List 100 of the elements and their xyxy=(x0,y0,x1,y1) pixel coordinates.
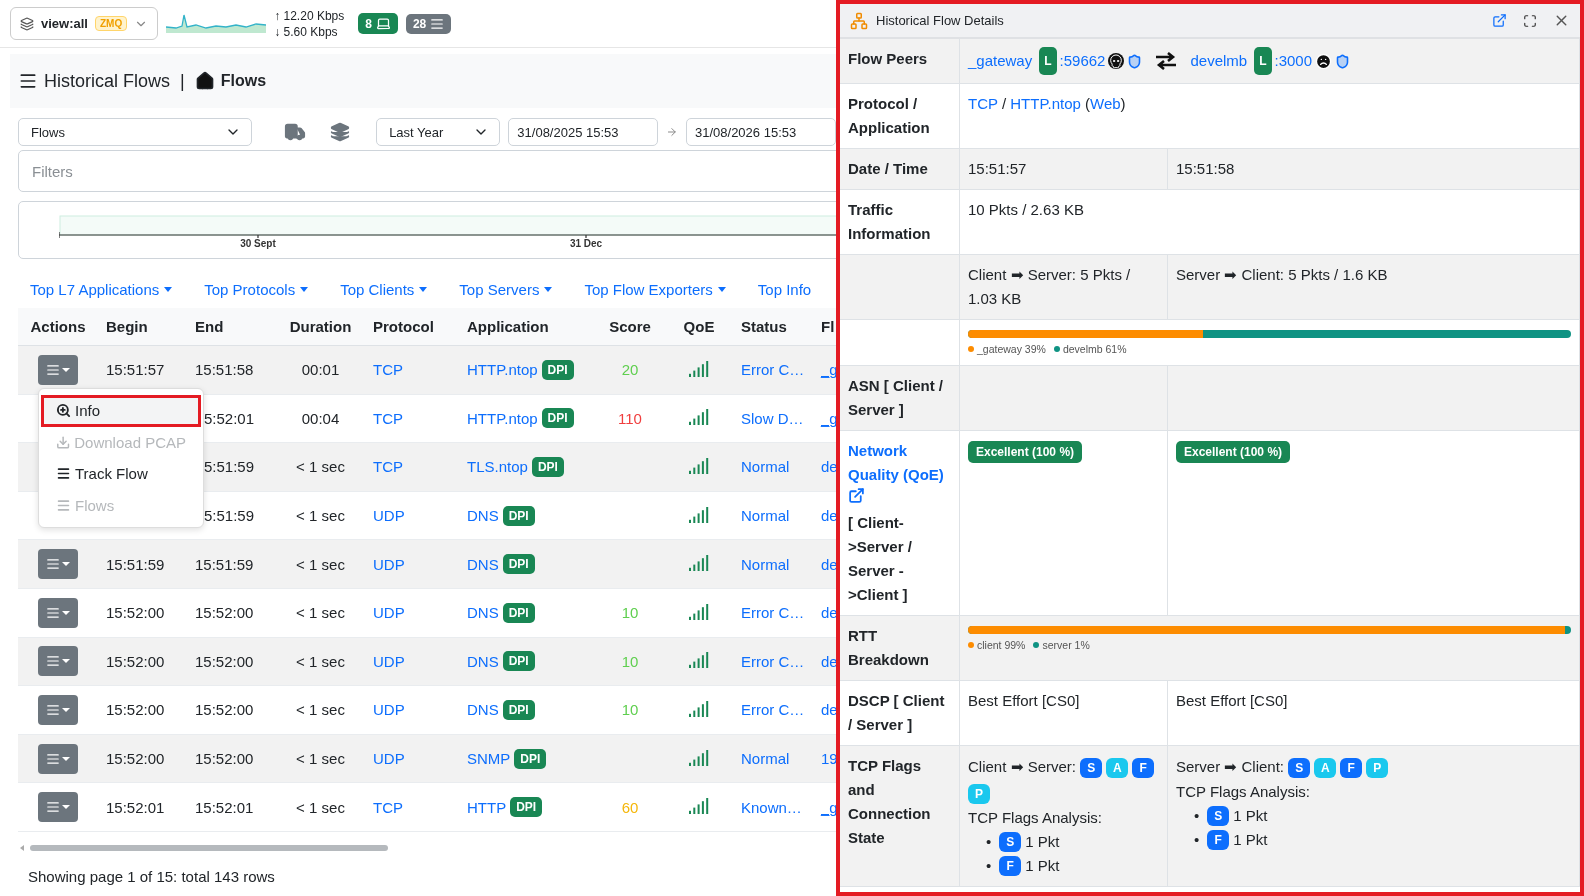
column-header[interactable]: Fl xyxy=(813,318,836,335)
caret-icon xyxy=(62,367,70,372)
filters-field[interactable]: Filters xyxy=(18,150,836,192)
table-cell-text: 15:52:01 xyxy=(194,798,255,816)
legend-label: develmb 61% xyxy=(1062,342,1127,357)
column-header[interactable]: End xyxy=(187,318,276,335)
protocol-link[interactable]: UDP xyxy=(373,555,405,573)
application-link[interactable]: TLS.ntop xyxy=(467,458,528,476)
start-date-field[interactable]: 31/08/2025 15:53 xyxy=(508,118,659,146)
column-header[interactable]: Duration xyxy=(276,318,365,335)
dpi-badge: DPI xyxy=(531,457,564,477)
application-link[interactable]: SNMP xyxy=(467,750,511,768)
status-link[interactable]: Error C… xyxy=(741,361,805,379)
dataset-select[interactable]: Flows xyxy=(18,118,253,146)
local-badge: L xyxy=(1254,47,1272,75)
protocol-link[interactable]: TCP xyxy=(373,409,403,427)
column-header[interactable]: Application xyxy=(459,318,595,335)
period-select[interactable]: Last Year xyxy=(376,118,501,146)
score-value: 60 xyxy=(620,798,640,816)
status-link[interactable]: Normal xyxy=(741,458,790,476)
top-menu-link[interactable]: Top Servers xyxy=(459,281,553,298)
application-link[interactable]: DNS xyxy=(467,652,499,670)
column-header[interactable]: Protocol xyxy=(365,318,459,335)
column-header[interactable]: Begin xyxy=(98,318,187,335)
actions-button[interactable] xyxy=(38,597,78,628)
protocol-link[interactable]: UDP xyxy=(373,652,405,670)
host-link[interactable]: develmb xyxy=(1190,49,1248,73)
top-menu-link[interactable]: Top L7 Applications xyxy=(30,281,173,298)
counter-badge[interactable]: 28 xyxy=(405,13,452,34)
flag-badge: P xyxy=(968,784,990,805)
separator-text: ) xyxy=(1120,95,1126,112)
port-link[interactable]: :59662 xyxy=(1059,49,1106,73)
actions-button[interactable] xyxy=(38,646,78,677)
network-icon xyxy=(850,11,868,30)
top-menu-link[interactable]: Top Flow Exporters xyxy=(584,281,726,298)
top-menu-link[interactable]: Top Protocols xyxy=(204,281,309,298)
application-link[interactable]: DNS xyxy=(467,555,499,573)
protocol-link[interactable]: UDP xyxy=(373,604,405,622)
port-link[interactable]: :3000 xyxy=(1274,49,1313,73)
status-link[interactable]: Normal xyxy=(741,507,790,525)
caret-icon xyxy=(419,287,428,292)
maximize-icon[interactable] xyxy=(1523,13,1537,28)
qoe-link[interactable]: Network Quality (QoE) xyxy=(848,439,951,487)
actions-button[interactable] xyxy=(38,792,78,823)
actions-button[interactable] xyxy=(38,694,78,725)
protocol-link[interactable]: HTTP.ntop xyxy=(1010,95,1081,112)
application-link[interactable]: DNS xyxy=(467,604,499,622)
application-link[interactable]: HTTP.ntop xyxy=(467,361,538,379)
protocol-link[interactable]: TCP xyxy=(373,798,403,816)
host-link[interactable]: _gateway xyxy=(968,49,1033,73)
actions-button[interactable] xyxy=(38,743,78,774)
view-selector[interactable]: view:all ZMQ xyxy=(10,7,159,40)
protocol-link[interactable]: TCP xyxy=(373,361,403,379)
application-link[interactable]: HTTP xyxy=(467,798,507,816)
external-link-icon[interactable] xyxy=(1492,13,1507,28)
status-link[interactable]: Normal xyxy=(741,750,790,768)
home-icon[interactable] xyxy=(194,71,215,91)
protocol-link[interactable]: Web xyxy=(1090,95,1121,112)
top-menu-link[interactable]: Top Clients xyxy=(340,281,428,298)
status-link[interactable]: Error C… xyxy=(741,701,805,719)
application-link[interactable]: DNS xyxy=(467,507,499,525)
counter-badge[interactable]: 8 xyxy=(358,13,398,34)
layers-icon[interactable] xyxy=(330,122,351,142)
truck-icon[interactable] xyxy=(284,121,307,143)
column-header[interactable]: Actions xyxy=(18,318,98,335)
protocol-link[interactable]: TCP xyxy=(373,458,403,476)
column-header[interactable]: Status xyxy=(733,318,813,335)
score-value: 10 xyxy=(620,652,640,670)
actions-button[interactable] xyxy=(38,354,78,385)
protocol-link[interactable]: UDP xyxy=(373,507,405,525)
value-text: Server ➡ Client: 5 Pkts / 1.6 KB xyxy=(1176,266,1388,283)
flow-link[interactable]: _g xyxy=(821,361,836,379)
protocol-link[interactable]: TCP xyxy=(968,95,998,112)
status-link[interactable]: Error C… xyxy=(741,652,805,670)
flow-link[interactable]: _g xyxy=(821,409,836,427)
column-header[interactable]: Score xyxy=(595,318,665,335)
row-label: Date / Time xyxy=(848,160,928,177)
menu-item[interactable]: Track Flow xyxy=(41,458,201,490)
status-link[interactable]: Normal xyxy=(741,555,790,573)
table-cell-text: 15:52:00 xyxy=(105,750,166,768)
dpi-badge: DPI xyxy=(541,408,574,429)
top-menu-link[interactable]: Top Info xyxy=(757,281,812,298)
signal-bars-icon xyxy=(688,555,710,574)
status-link[interactable]: Slow D… xyxy=(741,409,804,427)
protocol-link[interactable]: UDP xyxy=(373,701,405,719)
application-link[interactable]: HTTP.ntop xyxy=(467,409,538,427)
status-link[interactable]: Known… xyxy=(741,798,802,816)
actions-button[interactable] xyxy=(38,549,78,580)
menu-icon[interactable] xyxy=(18,71,38,91)
menu-item[interactable]: Info xyxy=(41,395,201,427)
application-link[interactable]: DNS xyxy=(467,701,499,719)
row-label: RTT Breakdown xyxy=(848,627,929,668)
flow-link[interactable]: _g xyxy=(821,798,836,816)
table-cell-text: 5:51:59 xyxy=(203,458,256,476)
end-date-field[interactable]: 31/08/2026 15:53 xyxy=(686,118,836,146)
table-cell-text: < 1 sec xyxy=(295,798,346,816)
column-header[interactable]: QoE xyxy=(665,318,733,335)
protocol-link[interactable]: UDP xyxy=(373,750,405,768)
status-link[interactable]: Error C… xyxy=(741,604,805,622)
external-link-icon[interactable] xyxy=(848,487,865,504)
